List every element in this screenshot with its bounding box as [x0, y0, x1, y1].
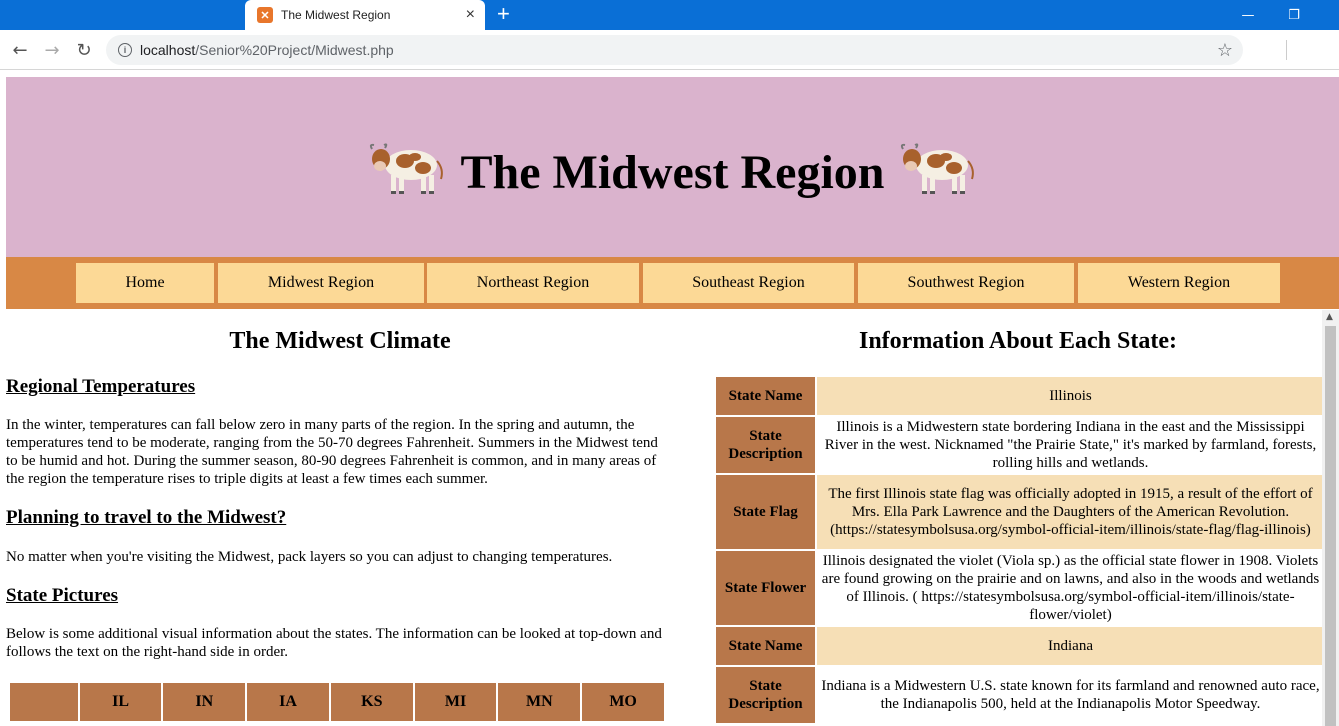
section-text: No matter when you're visiting the Midwe…: [6, 549, 613, 565]
table-row: State Name Indiana: [716, 627, 1324, 665]
nav-item-northeast[interactable]: Northeast Region: [427, 263, 639, 303]
state-info-heading: Information About Each State:: [858, 328, 1177, 354]
section-title: State Pictures: [6, 585, 119, 606]
row-label: State Flag: [716, 475, 815, 549]
climate-heading: The Midwest Climate: [229, 328, 451, 354]
reload-icon[interactable]: ↻: [72, 38, 96, 62]
row-value: The first Illinois state flag was offici…: [817, 475, 1324, 549]
row-value: Illinois is a Midwestern state bordering…: [817, 417, 1324, 473]
row-value: Illinois: [817, 377, 1324, 415]
table-header: IL: [79, 683, 162, 721]
section-text: In the winter, temperatures can fall bel…: [6, 417, 658, 487]
address-bar[interactable]: i localhost/Senior%20Project/Midwest.php…: [106, 35, 1243, 65]
table-header: IA: [247, 683, 329, 721]
nav-item-southwest[interactable]: Southwest Region: [858, 263, 1074, 303]
row-label: State Description: [716, 417, 815, 473]
toolbar-divider: [1286, 40, 1287, 60]
restore-button[interactable]: ❐: [1271, 0, 1317, 30]
scroll-up-arrow-icon[interactable]: ▲: [1326, 312, 1333, 322]
page-title: The Midwest Region: [460, 145, 885, 199]
minimize-button[interactable]: —: [1225, 0, 1271, 30]
xampp-favicon-icon: ✕: [257, 7, 273, 23]
tab-title: The Midwest Region: [281, 8, 391, 22]
info-icon[interactable]: i: [118, 43, 132, 57]
table-header: MN: [498, 683, 581, 721]
row-label: State Name: [716, 627, 815, 665]
table-header: MO: [582, 683, 664, 721]
table-header: [10, 683, 78, 721]
cow-icon: [901, 143, 975, 194]
row-value: Indiana is a Midwestern U.S. state known…: [817, 667, 1324, 723]
browser-titlebar: ✕ The Midwest Region × + — ❐: [0, 0, 1339, 30]
table-header: MI: [414, 683, 497, 721]
bookmark-star-icon[interactable]: ☆: [1217, 40, 1233, 61]
row-value: Indiana: [817, 627, 1324, 665]
section-title: Planning to travel to the Midwest?: [6, 507, 287, 528]
row-label: State Flower: [716, 551, 815, 625]
nav-item-midwest[interactable]: Midwest Region: [218, 263, 424, 303]
section-text: Below is some additional visual informat…: [6, 626, 662, 660]
scroll-thumb[interactable]: [1325, 326, 1336, 726]
nav-item-home[interactable]: Home: [76, 263, 214, 303]
state-pictures-table: IL IN IA KS MI MN MO: [8, 681, 666, 723]
row-label: State Description: [716, 667, 815, 723]
table-row: State Flower Illinois designated the vio…: [716, 551, 1324, 625]
url-path: /Senior%20Project/Midwest.php: [195, 42, 394, 58]
forward-arrow-icon[interactable]: →: [40, 38, 64, 62]
table-row: State Description Indiana is a Midwester…: [716, 667, 1324, 723]
header-banner: The Midwest Region: [6, 77, 1339, 257]
back-arrow-icon[interactable]: ←: [8, 38, 32, 62]
main-nav: Home Midwest Region Northeast Region Sou…: [6, 257, 1339, 309]
section-title: Regional Temperatures: [6, 376, 196, 397]
table-row: State Flag The first Illinois state flag…: [716, 475, 1324, 549]
row-label: State Name: [716, 377, 815, 415]
cow-icon: [369, 143, 443, 194]
page-content: The Midwest Region Home Midwest Region N…: [0, 70, 1339, 726]
browser-tab[interactable]: ✕ The Midwest Region ×: [245, 0, 485, 30]
browser-toolbar: ← → ↻ i localhost/Senior%20Project/Midwe…: [0, 30, 1339, 70]
new-tab-button[interactable]: +: [497, 3, 510, 25]
table-header: IN: [163, 683, 246, 721]
table-header: KS: [330, 683, 413, 721]
state-info-table: State Name Illinois State Description Il…: [714, 375, 1326, 725]
nav-item-southeast[interactable]: Southeast Region: [643, 263, 854, 303]
url-host: localhost: [140, 42, 196, 58]
nav-item-western[interactable]: Western Region: [1078, 263, 1280, 303]
right-scrollbar[interactable]: ▲: [1322, 310, 1339, 726]
close-tab-icon[interactable]: ×: [466, 7, 475, 23]
table-row: State Name Illinois: [716, 377, 1324, 415]
row-value: Illinois designated the violet (Viola sp…: [817, 551, 1324, 625]
table-row: State Description Illinois is a Midweste…: [716, 417, 1324, 473]
